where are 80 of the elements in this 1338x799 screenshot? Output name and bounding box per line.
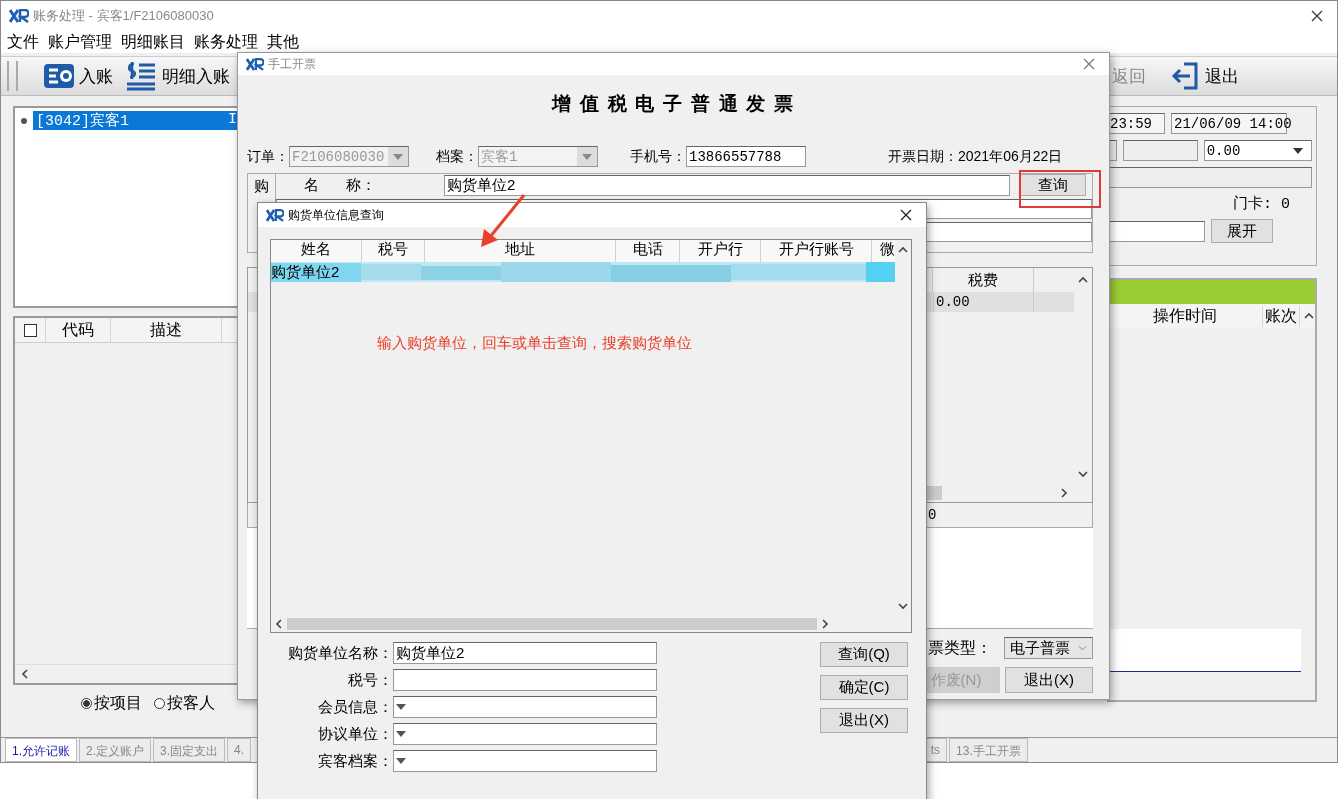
column-header[interactable]: 代码	[46, 318, 111, 342]
dropdown-field[interactable]	[393, 696, 657, 718]
field-label: 购货单位名称：	[287, 643, 393, 663]
input-field[interactable]	[1107, 220, 1205, 242]
app-logo-icon	[266, 208, 284, 222]
menu-item[interactable]: 文件	[7, 31, 39, 53]
dialog-button[interactable]: 退出(X)	[820, 708, 908, 733]
menu-item[interactable]: 明细账目	[121, 31, 185, 53]
dialog-button[interactable]: 查询(Q)	[820, 642, 908, 667]
dropdown-arrow-icon[interactable]	[1293, 147, 1303, 154]
input-field[interactable]: 购货单位2	[393, 642, 657, 664]
close-icon[interactable]	[1311, 10, 1323, 22]
window-title: 账务处理 - 宾客1/F2106080030	[33, 7, 214, 25]
scroll-left-icon[interactable]	[21, 669, 29, 679]
toolbar-button[interactable]: 退出	[1170, 61, 1239, 91]
invoice-type-dropdown[interactable]: 电子普票	[1004, 637, 1093, 659]
field-label: 税号：	[347, 670, 393, 690]
radio-button[interactable]: 按客人	[154, 693, 215, 714]
dialog-button[interactable]: 确定(C)	[820, 675, 908, 700]
input-field[interactable]	[393, 669, 657, 691]
door-card-label: 门卡: 0	[1233, 194, 1290, 213]
invoice-heading: 增 值 税 电 子 普 通 发 票	[550, 92, 796, 116]
dropdown-field[interactable]	[393, 723, 657, 745]
input-field[interactable]	[1107, 167, 1312, 188]
dropdown-arrow-icon[interactable]	[396, 704, 406, 710]
tab[interactable]: 1.允许记账	[5, 738, 77, 762]
scroll-right-icon[interactable]	[1060, 488, 1068, 498]
field-label: 协议单位：	[317, 724, 393, 744]
invoice-date: 开票日期：2021年06月22日	[888, 147, 1063, 166]
scroll-down-icon[interactable]	[1078, 470, 1088, 478]
dropdown-field[interactable]	[393, 750, 657, 772]
app-logo-icon	[9, 9, 29, 23]
toolbar-button[interactable]: 明细入账	[125, 61, 230, 91]
scroll-up-icon[interactable]	[1078, 276, 1088, 284]
input-field[interactable]	[1122, 140, 1198, 161]
close-icon[interactable]	[900, 209, 912, 221]
app-logo-icon	[246, 57, 264, 71]
window-title: 购货单位信息查询	[288, 206, 384, 224]
menu-item[interactable]: 账户管理	[48, 31, 112, 53]
field-label: 手机号：	[630, 147, 686, 166]
field-label: 名	[302, 175, 320, 195]
field-label: 订单：	[247, 147, 289, 166]
toolbar-button[interactable]: 入账	[44, 63, 113, 89]
scroll-down-icon[interactable]	[898, 602, 908, 610]
guest-item[interactable]: [3042]宾客1 I	[33, 111, 240, 130]
query-button[interactable]: 查询	[1020, 174, 1086, 196]
time-field[interactable]: 23:59	[1107, 113, 1165, 134]
total-value: 0	[928, 507, 937, 523]
scroll-up-icon[interactable]	[898, 246, 908, 254]
column-header[interactable]: 描述	[111, 318, 222, 342]
radio-button[interactable]: 按项目	[81, 693, 142, 714]
dropdown-arrow-icon[interactable]	[396, 731, 406, 737]
window-title: 手工开票	[268, 55, 316, 73]
scrollbar-thumb[interactable]	[287, 618, 817, 630]
bullet-icon	[21, 117, 27, 124]
dropdown-arrow-icon[interactable]	[396, 758, 406, 764]
phone-field[interactable]: 13866557788	[686, 146, 806, 167]
toolbar-grip[interactable]	[7, 61, 18, 91]
scroll-up-icon[interactable]	[1304, 312, 1314, 320]
column-header[interactable]: 账次	[1263, 305, 1300, 327]
ledger-icon	[44, 63, 74, 89]
field-label: 票类型：	[928, 637, 992, 658]
scroll-right-icon[interactable]	[821, 619, 829, 629]
field-label: 称：	[346, 175, 377, 195]
exit-icon	[1170, 61, 1200, 91]
list-icon	[125, 61, 157, 91]
dialog-button[interactable]: 退出(X)	[1005, 667, 1093, 693]
field-label: 宾客档案：	[317, 751, 393, 771]
checkbox[interactable]	[23, 323, 37, 337]
table-row[interactable]: 购货单位2	[271, 262, 895, 282]
buyer-name-field[interactable]: 购货单位2	[444, 174, 1010, 196]
scroll-left-icon[interactable]	[275, 619, 283, 629]
instruction-text: 输入购货单位，回车或单击查询，搜索购货单位	[377, 334, 692, 353]
menu-item[interactable]: 账务处理	[194, 31, 258, 53]
field-label: 档案：	[436, 147, 478, 166]
amount-dropdown[interactable]: 0.00	[1203, 140, 1312, 161]
expand-button[interactable]: 展开	[1211, 219, 1273, 243]
table-cell: 0.00	[934, 292, 1034, 312]
field-label: 会员信息：	[317, 697, 393, 717]
menu-item[interactable]: 其他	[267, 31, 299, 53]
